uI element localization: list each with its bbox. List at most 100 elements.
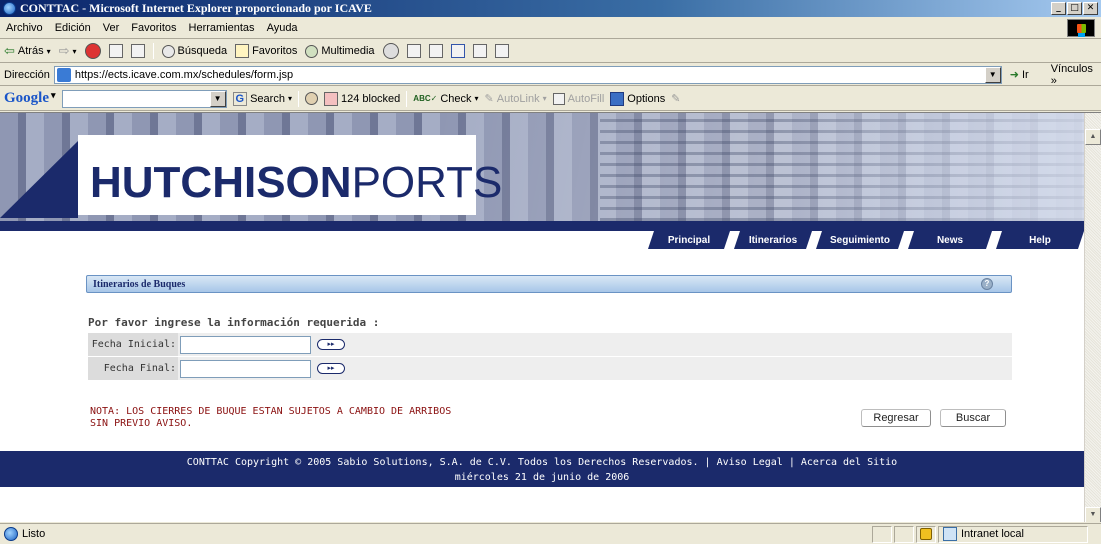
menu-favoritos[interactable]: Favoritos bbox=[131, 22, 176, 34]
vertical-scrollbar[interactable]: ▲ ▼ bbox=[1084, 113, 1101, 522]
pagerank-icon[interactable] bbox=[304, 92, 318, 105]
go-arrow-icon: ➜ bbox=[1009, 69, 1019, 81]
chevron-down-icon[interactable]: ▼ bbox=[209, 90, 226, 107]
standard-toolbar: ⇦ Atrás ▾ ⇨ ▾ Búsqueda Favoritos Multime… bbox=[0, 40, 1101, 63]
fecha-final-input[interactable] bbox=[180, 359, 311, 378]
spellcheck-button[interactable]: ABC✓ Check ▾ bbox=[413, 93, 478, 105]
note-text: NOTA: LOS CIERRES DE BUQUE ESTAN SUJETOS… bbox=[90, 406, 451, 430]
messenger-icon[interactable] bbox=[494, 44, 509, 58]
dropdown-arrow-icon: ▾ bbox=[474, 94, 479, 103]
google-search-input[interactable]: ▼ bbox=[61, 89, 227, 108]
spellcheck-icon: ABC✓ bbox=[413, 94, 438, 103]
ie-icon bbox=[3, 2, 16, 15]
back-arrow-icon: ⇦ bbox=[4, 43, 15, 58]
search-label: Búsqueda bbox=[177, 45, 228, 57]
blocked-label: 124 blocked bbox=[340, 92, 401, 105]
options-label: Options bbox=[627, 92, 666, 105]
favorites-star-icon bbox=[235, 44, 250, 58]
close-button[interactable]: ✕ bbox=[1083, 2, 1098, 15]
maximize-button[interactable]: □ bbox=[1067, 2, 1082, 15]
security-zone: Intranet local bbox=[938, 525, 1088, 543]
links-button[interactable]: Vínculos » bbox=[1051, 63, 1101, 87]
toolbar-separator bbox=[406, 90, 408, 107]
nav-seguimiento[interactable]: Seguimiento bbox=[816, 231, 904, 249]
page-icon bbox=[56, 67, 71, 82]
go-button[interactable]: ➜ Ir bbox=[1009, 68, 1029, 82]
edit-word-icon[interactable] bbox=[450, 44, 465, 58]
page-footer: CONTTAC Copyright © 2005 Sabio Solutions… bbox=[0, 451, 1084, 487]
toolbar-separator bbox=[297, 90, 299, 107]
discuss-icon[interactable] bbox=[472, 44, 487, 58]
history-icon[interactable] bbox=[382, 43, 399, 59]
favorites-label: Favoritos bbox=[252, 45, 298, 57]
status-cell bbox=[916, 525, 936, 543]
menu-bar: Archivo Edición Ver Favoritos Herramient… bbox=[0, 17, 1101, 39]
intranet-zone-icon bbox=[943, 527, 957, 541]
address-bar: Dirección https://ects.icave.com.mx/sche… bbox=[0, 63, 1101, 87]
help-icon[interactable]: ? bbox=[981, 278, 993, 290]
logo-light-text: PORTS bbox=[351, 158, 503, 207]
address-input[interactable]: https://ects.icave.com.mx/schedules/form… bbox=[53, 65, 1002, 84]
chevron-down-icon[interactable]: ▼ bbox=[984, 66, 1001, 83]
dropdown-arrow-icon: ▾ bbox=[287, 94, 292, 103]
dropdown-arrow-icon: ▾ bbox=[72, 46, 77, 56]
mail-icon[interactable] bbox=[406, 44, 421, 58]
forward-arrow-icon: ⇨ bbox=[58, 43, 70, 58]
address-url: https://ects.icave.com.mx/schedules/form… bbox=[74, 68, 294, 81]
section-header: Itinerarios de Buques ? bbox=[86, 275, 1012, 293]
scroll-up-icon[interactable]: ▲ bbox=[1085, 129, 1101, 145]
menu-archivo[interactable]: Archivo bbox=[6, 22, 43, 34]
home-icon[interactable] bbox=[130, 44, 145, 58]
check-label: Check bbox=[440, 92, 472, 105]
favorites-button[interactable]: Favoritos bbox=[235, 44, 297, 58]
google-search-button[interactable]: G Search ▾ bbox=[232, 91, 292, 106]
logo-triangle-icon bbox=[0, 141, 78, 218]
nav-principal[interactable]: Principal bbox=[648, 231, 730, 249]
pencil-icon[interactable]: ✎ bbox=[671, 92, 680, 105]
popup-blocked-icon bbox=[323, 91, 338, 106]
nav-help[interactable]: Help bbox=[996, 231, 1084, 249]
menu-herramientas[interactable]: Herramientas bbox=[189, 22, 255, 34]
options-button[interactable]: Options bbox=[610, 91, 666, 106]
autolink-button[interactable]: ✎ AutoLink ▾ bbox=[485, 92, 547, 106]
minimize-button[interactable]: _ bbox=[1051, 2, 1066, 15]
fecha-inicial-row: Fecha Inicial: ▸▸ bbox=[88, 333, 1012, 356]
multimedia-icon bbox=[305, 44, 319, 58]
fecha-inicial-input[interactable] bbox=[180, 335, 311, 354]
dropdown-arrow-icon: ▾ bbox=[51, 90, 56, 100]
calendar-icon[interactable]: ▸▸ bbox=[317, 363, 345, 374]
menu-ver[interactable]: Ver bbox=[103, 22, 120, 34]
forward-button[interactable]: ⇨ ▾ bbox=[59, 43, 77, 59]
calendar-icon[interactable]: ▸▸ bbox=[317, 339, 345, 350]
hutchison-ports-logo[interactable]: HUTCHISONPORTS bbox=[90, 158, 502, 208]
multimedia-button[interactable]: Multimedia bbox=[305, 44, 375, 58]
fecha-final-label: Fecha Final: bbox=[88, 357, 178, 380]
nav-news[interactable]: News bbox=[908, 231, 992, 249]
menu-edicion[interactable]: Edición bbox=[55, 22, 91, 34]
popup-blocker-button[interactable]: 124 blocked bbox=[323, 91, 401, 106]
banner-fade bbox=[780, 113, 1084, 221]
google-logo[interactable]: Google ▾ bbox=[4, 90, 56, 107]
buscar-button[interactable]: Buscar bbox=[940, 409, 1006, 427]
header-banner: HUTCHISONPORTS bbox=[0, 113, 1084, 221]
nav-itinerarios[interactable]: Itinerarios bbox=[734, 231, 812, 249]
back-button[interactable]: ⇦ Atrás ▾ bbox=[4, 43, 51, 59]
fecha-inicial-label: Fecha Inicial: bbox=[88, 333, 178, 356]
lock-icon bbox=[920, 528, 932, 540]
regresar-button[interactable]: Regresar bbox=[861, 409, 931, 427]
autofill-label: AutoFill bbox=[567, 92, 605, 105]
section-title: Itinerarios de Buques bbox=[93, 278, 186, 290]
back-label: Atrás bbox=[17, 45, 44, 57]
google-logo-text: Google bbox=[4, 90, 49, 106]
stop-icon[interactable] bbox=[84, 43, 101, 59]
toolbar-separator bbox=[152, 43, 154, 59]
footer-date: miércoles 21 de junio de 2006 bbox=[454, 472, 630, 483]
go-label: Ir bbox=[1021, 68, 1029, 81]
title-bar: CONTTAC - Microsoft Internet Explorer pr… bbox=[0, 0, 1101, 17]
autofill-button[interactable]: AutoFill bbox=[552, 92, 605, 105]
menu-ayuda[interactable]: Ayuda bbox=[267, 22, 298, 34]
scroll-down-icon[interactable]: ▼ bbox=[1085, 507, 1101, 522]
search-button[interactable]: Búsqueda bbox=[161, 44, 228, 58]
refresh-icon[interactable] bbox=[108, 44, 123, 58]
print-icon[interactable] bbox=[428, 44, 443, 58]
